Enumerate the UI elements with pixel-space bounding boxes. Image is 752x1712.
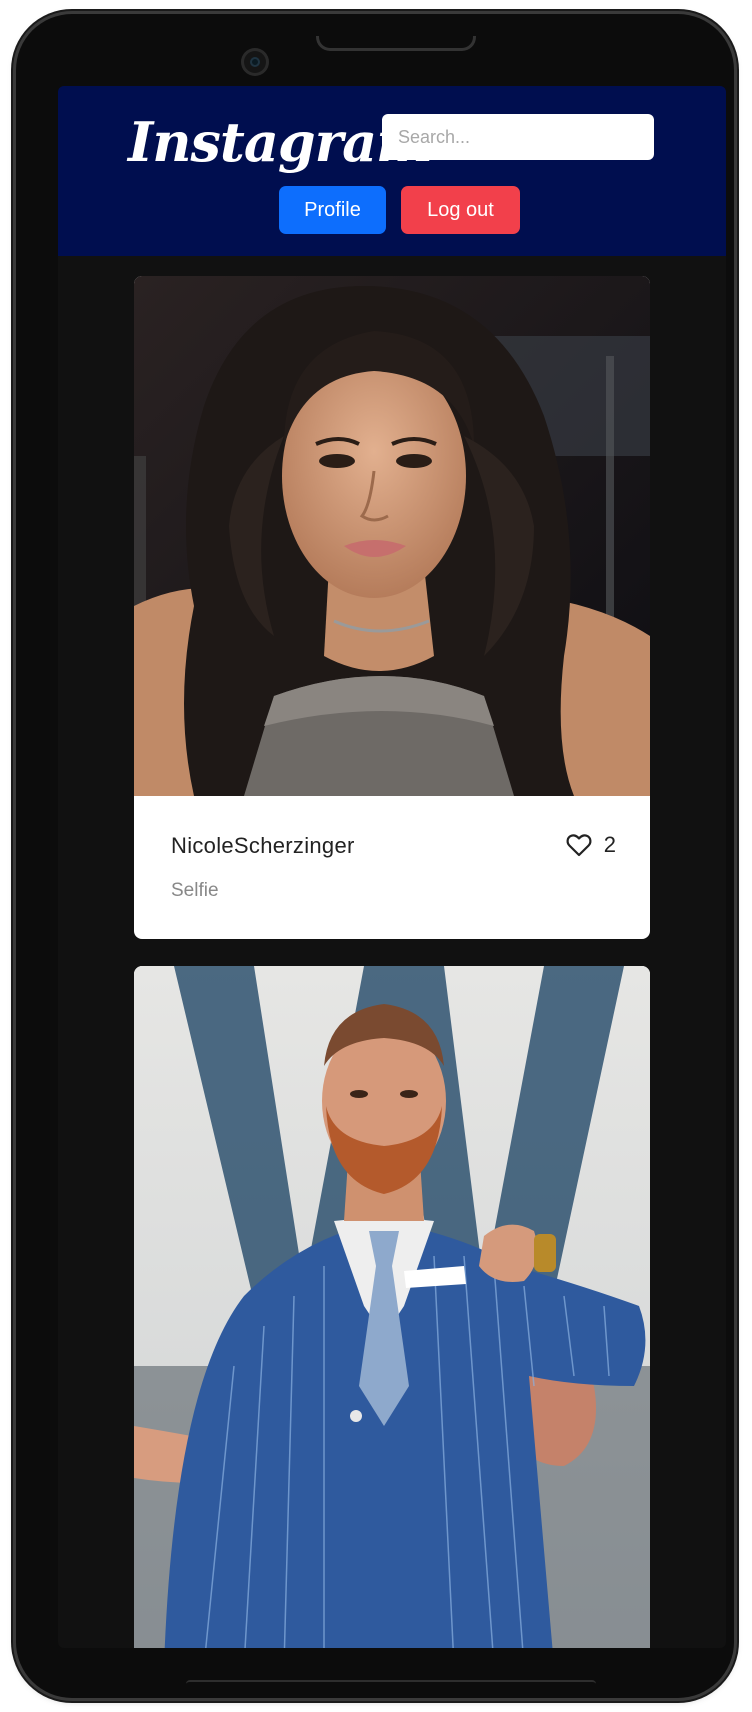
like-control[interactable]: 2: [566, 832, 616, 858]
selfie-photo: [134, 276, 650, 796]
heart-outline-icon[interactable]: [566, 833, 592, 857]
navbar: Instagram Profile Log out: [58, 86, 726, 256]
phone-frame: Instagram Profile Log out: [16, 14, 734, 1698]
post-caption: Selfie: [171, 880, 219, 901]
post-card: [134, 966, 650, 1648]
post-author[interactable]: NicoleScherzinger: [171, 833, 355, 859]
instagram-logo[interactable]: Instagram: [128, 102, 433, 182]
chin-bar: [186, 1680, 596, 1688]
logout-button[interactable]: Log out: [401, 186, 520, 234]
like-count: 2: [603, 832, 616, 857]
post-image[interactable]: [134, 276, 650, 796]
earpiece-speaker: [316, 36, 476, 51]
post-image[interactable]: [134, 966, 650, 1648]
post-card: NicoleScherzinger 2 Selfie: [134, 276, 650, 939]
front-camera-icon: [241, 48, 269, 76]
suited-man-photo: [134, 966, 650, 1648]
app-screen: Instagram Profile Log out: [58, 86, 726, 1648]
search-input[interactable]: [382, 114, 654, 160]
profile-button[interactable]: Profile: [279, 186, 386, 234]
